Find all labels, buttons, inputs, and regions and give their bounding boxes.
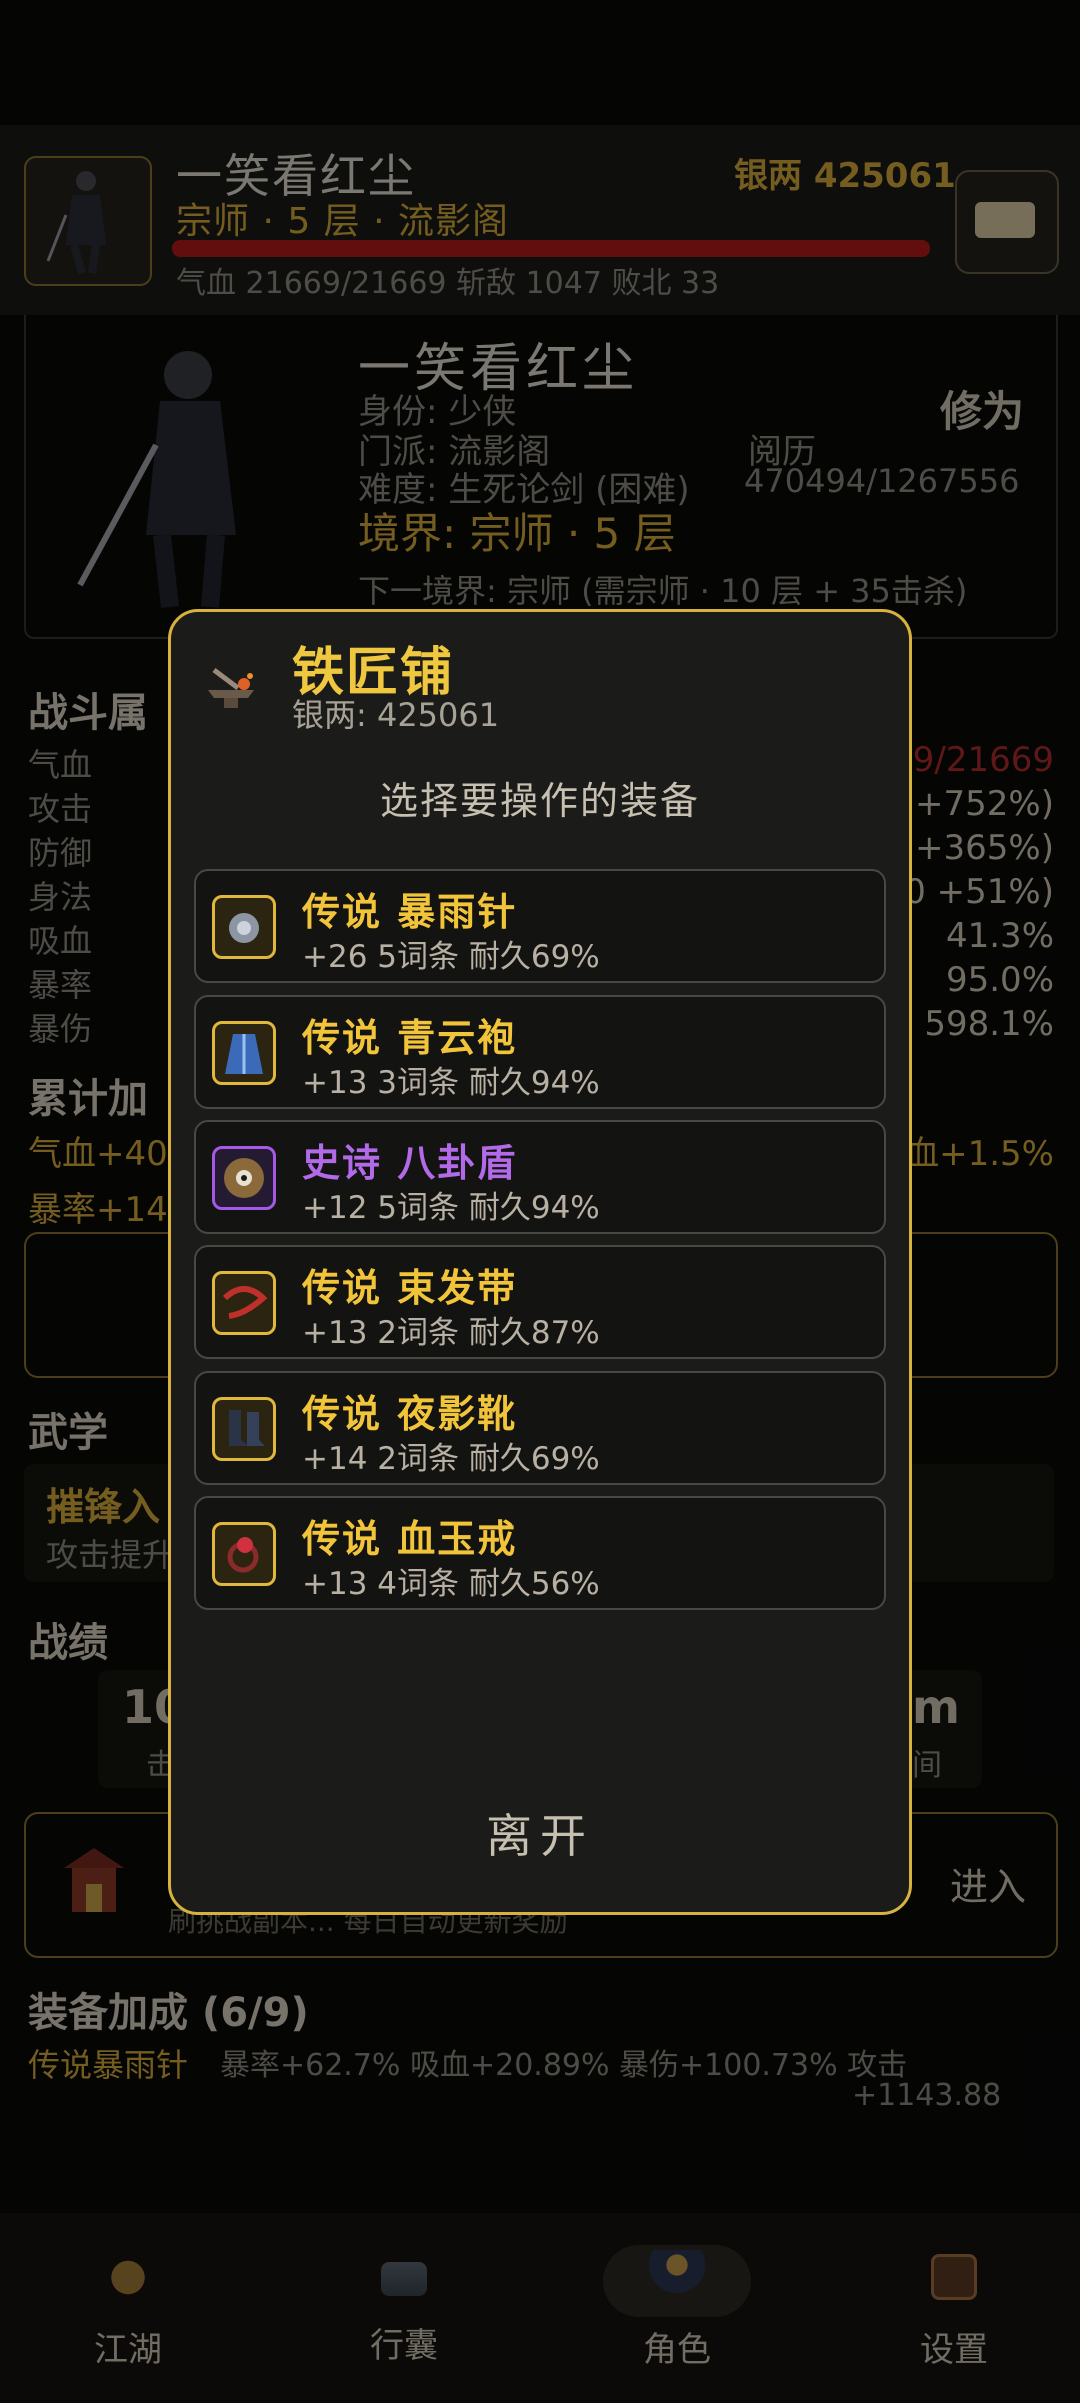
item-name: 传说 束发带	[302, 1266, 518, 1310]
item-detail: +14 2词条 耐久69%	[302, 1441, 600, 1477]
equipment-item[interactable]: 传说 血玉戒 +13 4词条 耐久56%	[194, 1496, 886, 1610]
equipment-item[interactable]: 史诗 八卦盾 +12 5词条 耐久94%	[194, 1120, 886, 1234]
item-detail: +26 5词条 耐久69%	[302, 939, 600, 975]
equipment-item[interactable]: 传说 暴雨针 +26 5词条 耐久69%	[194, 869, 886, 983]
item-name: 传说 青云袍	[302, 1016, 518, 1060]
item-name: 史诗 八卦盾	[302, 1141, 518, 1185]
item-detail: +13 2词条 耐久87%	[302, 1315, 600, 1351]
item-detail: +13 4词条 耐久56%	[302, 1566, 600, 1602]
item-name: 传说 血玉戒	[302, 1517, 518, 1561]
leave-button[interactable]: 离开	[168, 1800, 912, 1866]
dialog-silver: 银两: 425061	[292, 696, 500, 734]
anvil-icon	[208, 668, 254, 708]
item-detail: +12 5词条 耐久94%	[302, 1190, 600, 1226]
equipment-item[interactable]: 传说 青云袍 +13 3词条 耐久94%	[194, 995, 886, 1109]
equipment-item[interactable]: 传说 夜影靴 +14 2词条 耐久69%	[194, 1371, 886, 1485]
needle-icon	[212, 895, 276, 959]
ring-icon	[212, 1522, 276, 1586]
dialog-prompt: 选择要操作的装备	[379, 779, 700, 823]
robe-icon	[212, 1021, 276, 1085]
item-name: 传说 夜影靴	[302, 1392, 518, 1436]
equipment-item[interactable]: 传说 束发带 +13 2词条 耐久87%	[194, 1245, 886, 1359]
item-name: 传说 暴雨针	[302, 890, 518, 934]
boots-icon	[212, 1397, 276, 1461]
item-detail: +13 3词条 耐久94%	[302, 1065, 600, 1101]
shield-icon	[212, 1146, 276, 1210]
headband-icon	[212, 1271, 276, 1335]
